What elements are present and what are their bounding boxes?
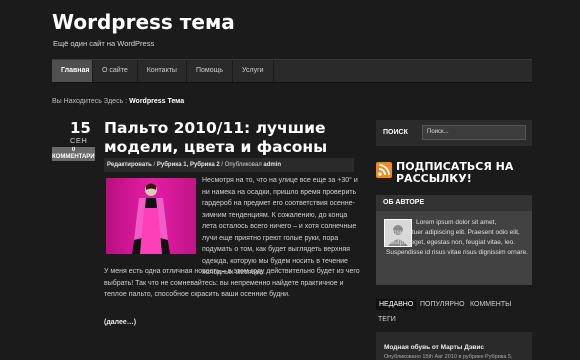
post-date-day: 15: [70, 119, 91, 137]
edit-link[interactable]: Редактировать: [107, 162, 152, 168]
breadcrumb-current[interactable]: Wordpress Тема: [129, 98, 184, 105]
post-excerpt-1: Несмотря на то, что на улице все еще за …: [202, 177, 358, 276]
subscribe-link[interactable]: ПОДПИСАТЬСЯ НА РАССЫЛКУ!: [396, 161, 536, 185]
author-link[interactable]: admin: [263, 162, 281, 168]
nav-item-contacts[interactable]: Контакты: [138, 60, 187, 82]
comments-badge[interactable]: 0 КОММЕНТАРИЕВ: [52, 147, 95, 161]
tabs-widget: НЕДАВНО ПОПУЛЯРНО КОММЕНТЫ ТЕГИ: [376, 297, 532, 331]
breadcrumb: Вы Находитесь Здесь : Wordpress Тема: [52, 98, 184, 105]
search-widget: ПОИСК Поиск...: [376, 120, 532, 146]
post-image: [106, 178, 196, 254]
tab-comments[interactable]: КОММЕНТЫ: [470, 301, 511, 308]
site-tagline: Ещё один сайт на WordPress: [53, 39, 155, 48]
meta-published: / Опубликовал: [219, 162, 264, 168]
tab-tags[interactable]: ТЕГИ: [378, 316, 396, 323]
search-input[interactable]: Поиск...: [422, 125, 526, 140]
post-title[interactable]: Пальто 2010/11: лучшие модели, цвета и ф…: [104, 119, 354, 157]
model-photo-icon: [106, 178, 196, 254]
main-nav: Главная О сайте Контакты Помощь Услуги: [52, 59, 532, 83]
tab-recent[interactable]: НЕДАВНО: [376, 299, 417, 310]
author-widget: ОБ АВТОРЕ Lorem ipsum dolor sit amet, co…: [376, 195, 532, 285]
read-more-link[interactable]: (далее…): [104, 319, 136, 326]
author-heading: ОБ АВТОРЕ: [376, 195, 532, 211]
nav-item-help[interactable]: Помощь: [187, 60, 234, 82]
nav-item-about[interactable]: О сайте: [93, 60, 138, 82]
post-excerpt-2: У меня есть одна отличная новость – в эт…: [104, 268, 360, 298]
breadcrumb-prefix: Вы Находитесь Здесь :: [52, 98, 130, 105]
search-label: ПОИСК: [383, 129, 408, 136]
tab-popular[interactable]: ПОПУЛЯРНО: [420, 301, 465, 308]
recent-posts: Модная обувь от Марты Дэвис Опубликовано…: [376, 332, 532, 360]
recent-post-meta: Опубликовано 15th Авг 2010 в рубрике Руб…: [384, 354, 513, 360]
post-date-month: СЕН: [70, 136, 88, 145]
author-bio: Lorem ipsum dolor sit amet, consectetuer…: [386, 219, 528, 256]
rss-glyph-icon: [378, 164, 390, 176]
site-title[interactable]: Wordpress тема: [52, 10, 235, 34]
nav-item-services[interactable]: Услуги: [233, 60, 274, 82]
nav-item-home[interactable]: Главная: [52, 60, 93, 82]
rubrics-link[interactable]: Рубрика 1, Рубрика 2: [157, 162, 220, 168]
post-meta: Редактировать / Рубрика 1, Рубрика 2 / О…: [104, 158, 354, 172]
rss-icon[interactable]: [376, 162, 392, 178]
recent-post-title[interactable]: Модная обувь от Марты Дэвис: [384, 344, 484, 351]
